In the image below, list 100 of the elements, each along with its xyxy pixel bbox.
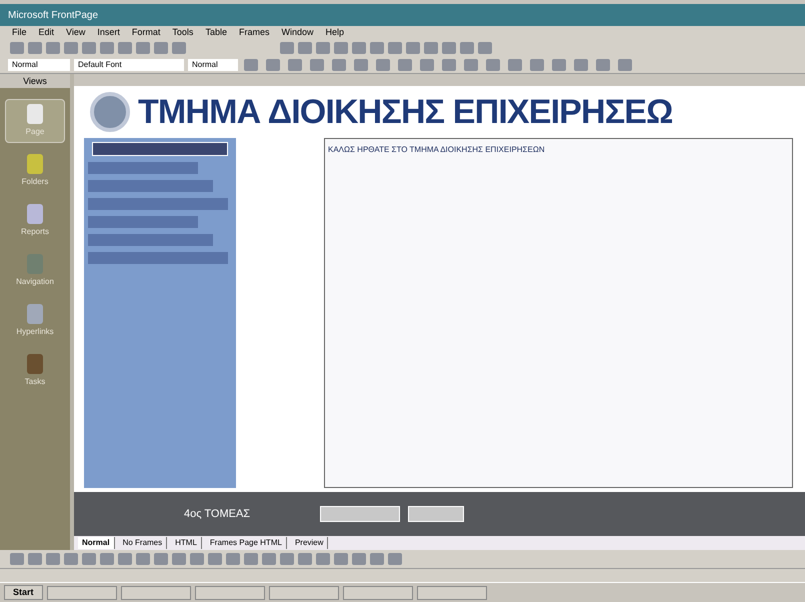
toolbar-icon[interactable] — [332, 58, 346, 70]
toolbar-icon[interactable] — [28, 553, 42, 565]
toolbar-icon[interactable] — [618, 58, 632, 70]
toolbar-icon[interactable] — [172, 42, 186, 54]
toolbar-icon[interactable] — [442, 42, 456, 54]
taskbar-button[interactable] — [342, 586, 413, 600]
toolbar-icon[interactable] — [100, 553, 114, 565]
toolbar-icon[interactable] — [352, 553, 366, 565]
toolbar-icon[interactable] — [352, 42, 366, 54]
toolbar-icon[interactable] — [464, 58, 478, 70]
menu-item[interactable]: Insert — [97, 26, 120, 40]
view-tab[interactable]: Preview — [290, 537, 328, 549]
toolbar-icon[interactable] — [136, 42, 150, 54]
toolbar-icon[interactable] — [574, 58, 588, 70]
view-icon — [27, 104, 43, 124]
menu-item[interactable]: Table — [205, 26, 227, 40]
taskbar-button[interactable] — [120, 586, 191, 600]
toolbar-icon[interactable] — [334, 42, 348, 54]
toolbar-icon[interactable] — [82, 553, 96, 565]
toolbar-icon[interactable] — [530, 58, 544, 70]
toolbar-icon[interactable] — [334, 553, 348, 565]
toolbar-icon[interactable] — [10, 553, 24, 565]
toolbar-icon[interactable] — [460, 42, 474, 54]
taskbar-button[interactable] — [268, 586, 339, 600]
toolbar-icon[interactable] — [208, 553, 222, 565]
view-tab[interactable]: HTML — [171, 537, 202, 549]
nav-link-bar[interactable] — [88, 252, 228, 264]
toolbar-icon[interactable] — [136, 553, 150, 565]
toolbar-icon[interactable] — [486, 58, 500, 70]
view-tab[interactable]: Frames Page HTML — [206, 537, 287, 549]
nav-link-bar[interactable] — [88, 180, 213, 192]
view-tab[interactable]: No Frames — [118, 537, 168, 549]
toolbar-icon[interactable] — [28, 42, 42, 54]
toolbar-icon[interactable] — [266, 58, 280, 70]
toolbar-icon[interactable] — [172, 553, 186, 565]
views-bar-title: Views — [0, 74, 70, 88]
toolbar-icon[interactable] — [316, 553, 330, 565]
toolbar-icon[interactable] — [46, 42, 60, 54]
toolbar-icon[interactable] — [190, 553, 204, 565]
toolbar-icon[interactable] — [280, 553, 294, 565]
view-icon — [27, 254, 43, 274]
toolbar-icon[interactable] — [388, 42, 402, 54]
toolbar-icon[interactable] — [424, 42, 438, 54]
toolbar-icon[interactable] — [64, 553, 78, 565]
toolbar-icon[interactable] — [442, 58, 456, 70]
toolbar-icon[interactable] — [596, 58, 610, 70]
toolbar-icon[interactable] — [310, 58, 324, 70]
menu-item[interactable]: Frames — [238, 26, 270, 40]
nav-link-bar[interactable] — [88, 216, 198, 228]
toolbar-icon[interactable] — [82, 42, 96, 54]
toolbar-icon[interactable] — [288, 58, 302, 70]
toolbar-icon[interactable] — [370, 42, 384, 54]
toolbar-icon[interactable] — [154, 42, 168, 54]
toolbar-icon[interactable] — [508, 58, 522, 70]
toolbar-icon[interactable] — [46, 553, 60, 565]
view-icon — [27, 204, 43, 224]
toolbar-icon[interactable] — [226, 553, 240, 565]
nav-link-bar[interactable] — [88, 234, 213, 246]
toolbar-icon[interactable] — [478, 42, 492, 54]
toolbar-icon[interactable] — [552, 58, 566, 70]
style-dropdown[interactable]: Normal — [8, 58, 70, 70]
toolbar-icon[interactable] — [262, 553, 276, 565]
font-dropdown[interactable]: Default Font — [74, 58, 184, 70]
taskbar-button[interactable] — [416, 586, 487, 600]
nav-button[interactable] — [408, 506, 464, 522]
welcome-heading: ΚΑΛΩΣ ΗΡΘΑΤΕ ΣΤΟ ΤΜΗΜΑ ΔΙΟΙΚΗΣΗΣ ΕΠΙΧΕΙΡΗΣΕΩΝ — [328, 145, 545, 154]
toolbar-icon[interactable] — [376, 58, 390, 70]
toolbar-icon[interactable] — [244, 58, 258, 70]
menu-item[interactable]: File — [12, 26, 27, 40]
toolbar-icon[interactable] — [298, 42, 312, 54]
toolbar-icon[interactable] — [370, 553, 384, 565]
toolbar-icon[interactable] — [64, 42, 78, 54]
toolbar-icon[interactable] — [10, 42, 24, 54]
taskbar-button[interactable] — [46, 586, 117, 600]
start-button[interactable]: Start — [4, 584, 43, 600]
toolbar-icon[interactable] — [118, 553, 132, 565]
toolbar-icon[interactable] — [280, 42, 294, 54]
nav-button[interactable] — [320, 506, 400, 522]
toolbar-icon[interactable] — [316, 42, 330, 54]
taskbar-button[interactable] — [194, 586, 265, 600]
menu-item[interactable]: View — [66, 26, 86, 40]
toolbar-icon[interactable] — [406, 42, 420, 54]
toolbar-icon[interactable] — [298, 553, 312, 565]
menu-item[interactable]: Help — [325, 26, 344, 40]
menu-item[interactable]: Format — [132, 26, 160, 40]
toolbar-icon[interactable] — [388, 553, 402, 565]
toolbar-icon[interactable] — [244, 553, 258, 565]
nav-link-bar[interactable] — [88, 198, 228, 210]
toolbar-icon[interactable] — [118, 42, 132, 54]
toolbar-icon[interactable] — [354, 58, 368, 70]
nav-link-bar[interactable] — [88, 162, 198, 174]
menu-item[interactable]: Edit — [38, 26, 54, 40]
toolbar-icon[interactable] — [420, 58, 434, 70]
toolbar-icon[interactable] — [154, 553, 168, 565]
menu-item[interactable]: Tools — [172, 26, 194, 40]
toolbar-icon[interactable] — [100, 42, 114, 54]
view-tab[interactable]: Normal — [78, 537, 115, 549]
menu-item[interactable]: Window — [281, 26, 314, 40]
size-dropdown[interactable]: Normal — [188, 58, 238, 70]
toolbar-icon[interactable] — [398, 58, 412, 70]
